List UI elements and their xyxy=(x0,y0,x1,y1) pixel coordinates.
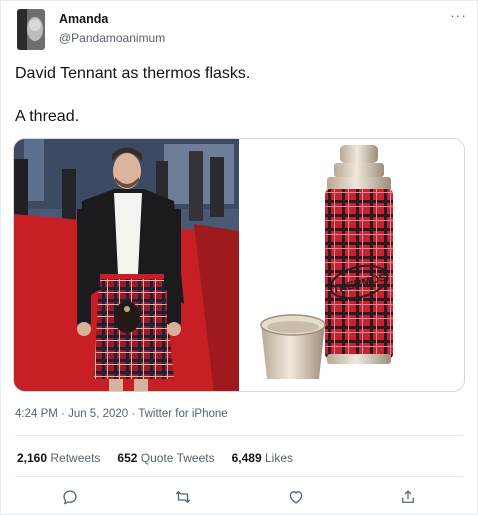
quote-tweets-count: 652 xyxy=(117,451,138,465)
divider xyxy=(15,476,463,477)
reply-button[interactable] xyxy=(61,488,81,508)
tweet-card: Amanda @Pandamoanimum ··· David Tennant … xyxy=(0,0,478,515)
quote-tweets-label: Quote Tweets xyxy=(140,451,215,465)
tweet-time[interactable]: 4:24 PM xyxy=(15,408,58,420)
tweet-text-line-2: A thread. xyxy=(15,108,80,125)
media-image-kilt-photo[interactable] xyxy=(14,139,239,391)
author-name[interactable]: Amanda xyxy=(59,12,108,26)
retweets-count: 2,160 xyxy=(17,451,48,465)
author-handle[interactable]: @Pandamoanimum xyxy=(59,31,165,45)
engagement-stats: 2,160 Retweets 652 Quote Tweets 6,489 Li… xyxy=(17,451,293,465)
likes-count: 6,489 xyxy=(231,451,262,465)
meta-separator: · xyxy=(128,408,139,420)
like-icon xyxy=(289,491,303,504)
tweet-media: THERMOS xyxy=(13,138,465,392)
quote-tweets-stat[interactable]: 652 Quote Tweets xyxy=(117,451,214,465)
share-icon xyxy=(402,490,414,503)
retweet-icon xyxy=(175,490,191,504)
retweets-label: Retweets xyxy=(50,451,101,465)
likes-stat[interactable]: 6,489 Likes xyxy=(232,451,293,465)
tweet-text-line-1: David Tennant as thermos flasks. xyxy=(15,65,251,82)
action-bar xyxy=(1,488,478,508)
divider xyxy=(15,435,463,436)
tweet-metadata: 4:24 PM · Jun 5, 2020 · Twitter for iPho… xyxy=(15,408,228,420)
retweet-button[interactable] xyxy=(174,488,194,508)
media-image-thermos-photo[interactable]: THERMOS xyxy=(239,139,464,391)
like-button[interactable] xyxy=(287,488,307,508)
more-options-icon[interactable]: ··· xyxy=(450,7,467,23)
avatar[interactable] xyxy=(17,9,45,50)
tweet-source[interactable]: Twitter for iPhone xyxy=(138,408,227,420)
retweets-stat[interactable]: 2,160 Retweets xyxy=(17,451,100,465)
likes-label: Likes xyxy=(264,451,293,465)
tweet-date[interactable]: Jun 5, 2020 xyxy=(68,408,128,420)
reply-icon xyxy=(63,490,77,505)
meta-separator: · xyxy=(57,408,69,420)
share-button[interactable] xyxy=(399,488,419,508)
